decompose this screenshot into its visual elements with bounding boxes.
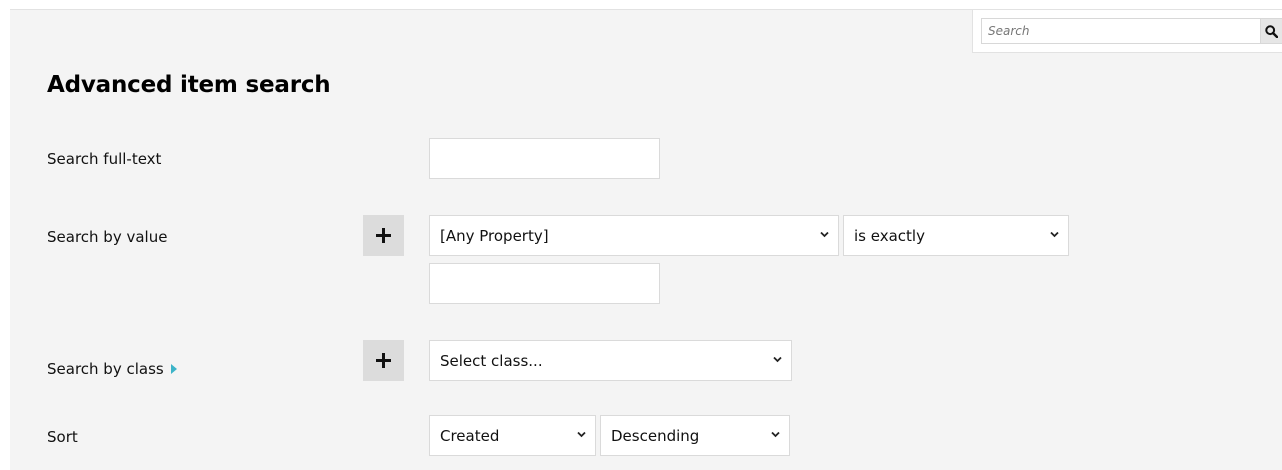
add-class-button[interactable] — [363, 340, 404, 381]
plus-icon — [376, 228, 391, 243]
operator-select[interactable]: is exactly — [843, 215, 1069, 256]
page-title: Advanced item search — [47, 72, 331, 98]
add-value-button[interactable] — [363, 215, 404, 256]
global-search-button[interactable] — [1261, 18, 1282, 44]
by-class-label[interactable]: Search by class — [47, 360, 177, 378]
sort-by-select-value: Created — [440, 427, 500, 445]
value-input[interactable] — [429, 263, 660, 304]
by-class-label-text: Search by class — [47, 360, 164, 378]
chevron-down-icon — [771, 431, 780, 438]
chevron-down-icon — [1050, 231, 1059, 238]
property-select[interactable]: [Any Property] — [429, 215, 839, 256]
global-search-bar — [972, 10, 1282, 53]
chevron-down-icon — [773, 356, 782, 363]
class-select[interactable]: Select class... — [429, 340, 792, 381]
magnifier-icon — [1265, 25, 1278, 38]
global-search-input[interactable] — [981, 18, 1261, 44]
sort-order-select-value: Descending — [611, 427, 700, 445]
chevron-down-icon — [577, 431, 586, 438]
class-select-value: Select class... — [440, 352, 543, 370]
sort-label: Sort — [47, 428, 78, 446]
by-value-label: Search by value — [47, 228, 168, 246]
sort-by-select[interactable]: Created — [429, 415, 596, 456]
plus-icon — [376, 353, 391, 368]
caret-right-icon[interactable] — [170, 364, 177, 374]
sort-order-select[interactable]: Descending — [600, 415, 790, 456]
chevron-down-icon — [820, 231, 829, 238]
fulltext-label: Search full-text — [47, 150, 162, 168]
property-select-value: [Any Property] — [440, 227, 549, 245]
page-background: Advanced item search Search full-text Se… — [10, 9, 1282, 470]
operator-select-value: is exactly — [854, 227, 925, 245]
fulltext-input[interactable] — [429, 138, 660, 179]
